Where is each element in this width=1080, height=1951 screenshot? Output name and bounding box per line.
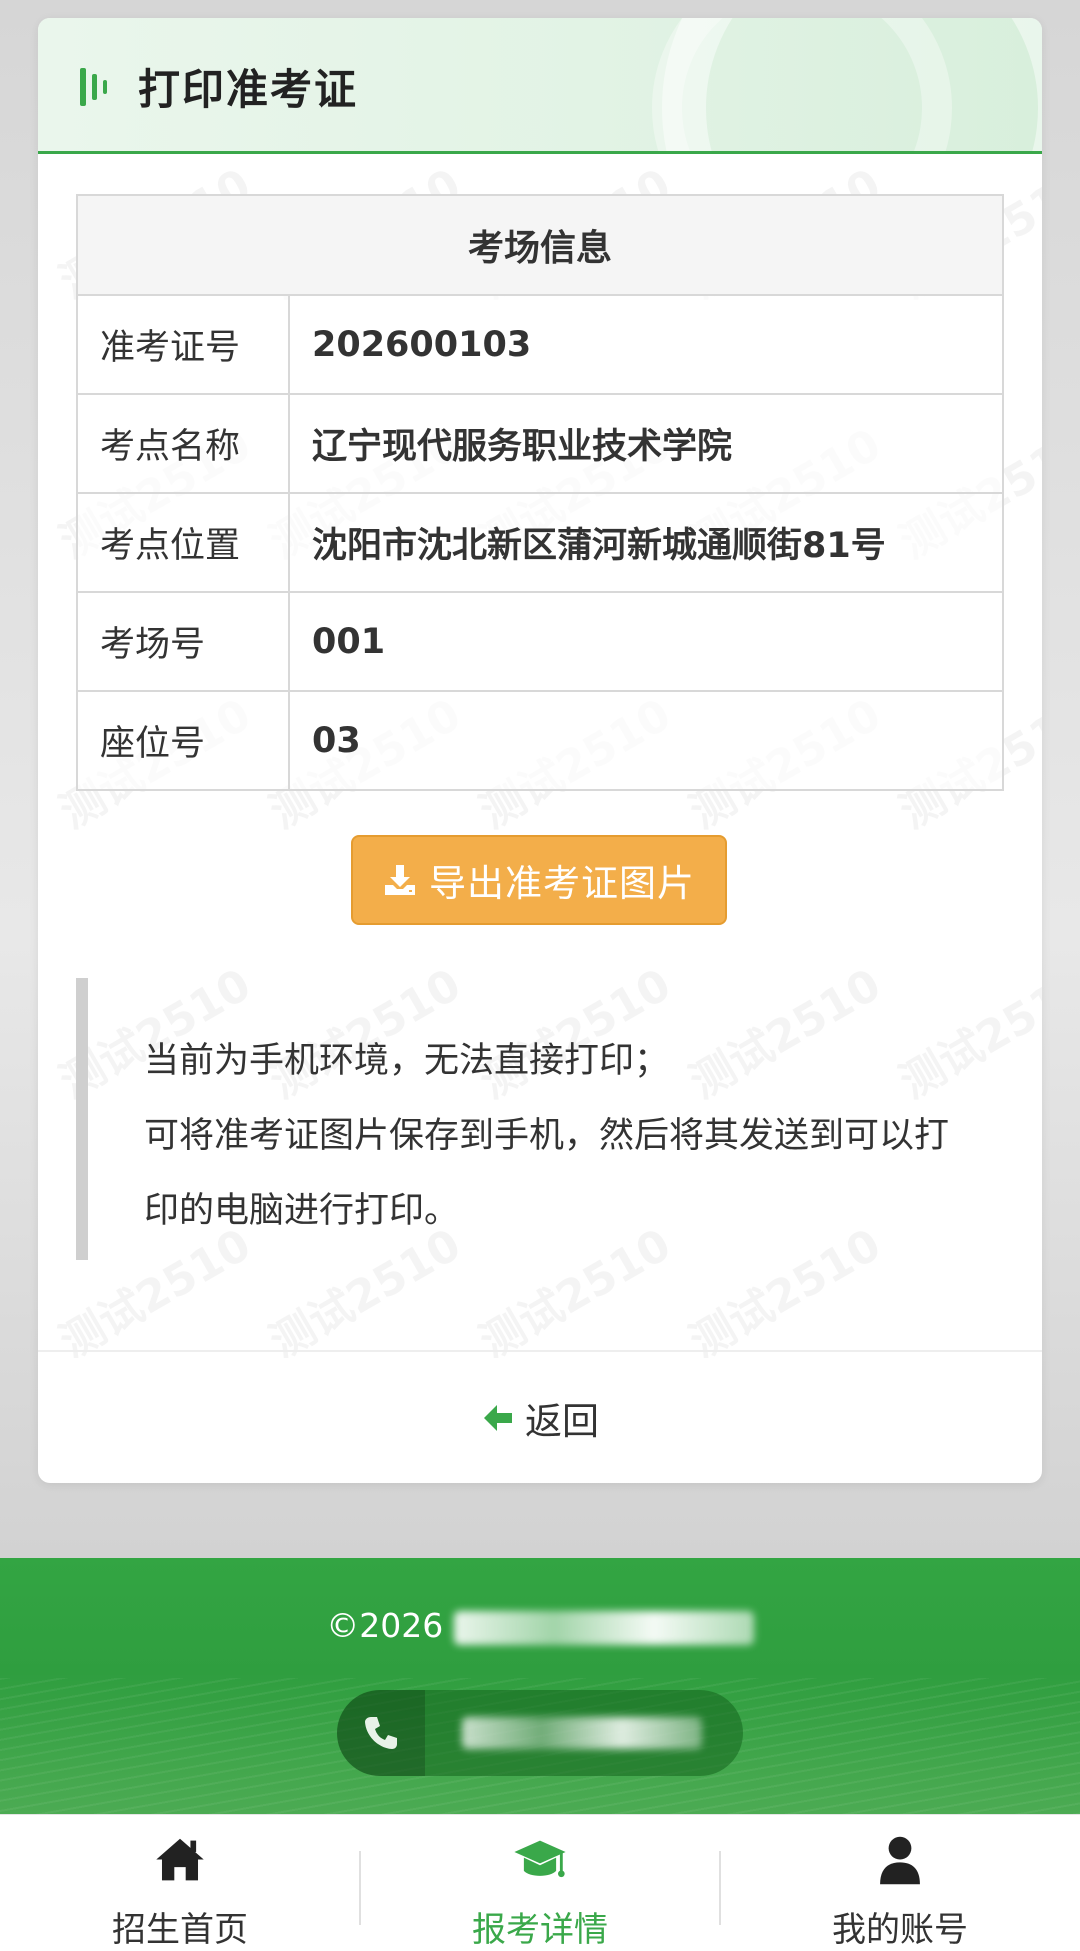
table-title: 考场信息 <box>76 194 1004 296</box>
nav-divider <box>719 1851 721 1925</box>
table-header-row: 考场信息 <box>76 194 1004 296</box>
row-value: 辽宁现代服务职业技术学院 <box>288 393 1004 494</box>
table-row: 考场号 001 <box>76 591 1004 692</box>
signal-bars-icon <box>80 68 110 106</box>
nav-item-exam-details[interactable]: 报考详情 <box>360 1815 720 1951</box>
graduation-cap-icon <box>514 1840 566 1878</box>
row-value: 03 <box>288 690 1004 791</box>
blurred-site-name <box>453 1610 754 1645</box>
bottom-nav: 招生首页 报考详情 我的账号 <box>0 1814 1080 1951</box>
home-icon <box>156 1838 204 1881</box>
row-label: 考点位置 <box>76 492 290 593</box>
download-icon <box>385 865 415 895</box>
nav-label: 报考详情 <box>472 1910 608 1950</box>
table-row: 准考证号 202600103 <box>76 294 1004 395</box>
row-label: 座位号 <box>76 690 290 791</box>
row-label: 准考证号 <box>76 294 290 395</box>
nav-divider <box>359 1851 361 1925</box>
nav-label: 我的账号 <box>832 1910 968 1950</box>
page-title: 打印准考证 <box>138 65 359 114</box>
blurred-phone-number <box>462 1717 702 1749</box>
table-row: 考点位置 沈阳市沈北新区蒲河新城通顺街81号 <box>76 492 1004 593</box>
exam-info-table: 考场信息 准考证号 202600103 考点名称 辽宁现代服务职业技术学院 考点… <box>76 194 1004 791</box>
arrow-left-icon <box>484 1404 512 1431</box>
contact-phone-pill[interactable] <box>337 1690 743 1776</box>
notice-line-1: 当前为手机环境，无法直接打印； <box>144 1041 670 1081</box>
nav-item-my-account[interactable]: 我的账号 <box>720 1815 1080 1951</box>
back-label: 返回 <box>525 1399 599 1443</box>
phone-icon <box>337 1690 425 1776</box>
nav-item-home[interactable]: 招生首页 <box>0 1815 360 1951</box>
header-decoration-inner <box>652 18 952 151</box>
site-footer: ©2026 <box>0 1558 1080 1814</box>
export-button-label: 导出准考证图片 <box>429 862 695 905</box>
user-icon <box>880 1836 920 1885</box>
table-row: 考点名称 辽宁现代服务职业技术学院 <box>76 393 1004 494</box>
table-row: 座位号 03 <box>76 690 1004 791</box>
notice-box: 当前为手机环境，无法直接打印； 可将准考证图片保存到手机，然后将其发送到可以打印… <box>76 978 1004 1260</box>
row-value: 001 <box>288 591 1004 692</box>
row-label: 考场号 <box>76 591 290 692</box>
row-value: 沈阳市沈北新区蒲河新城通顺街81号 <box>288 492 1004 593</box>
back-button[interactable]: 返回 <box>38 1350 1042 1483</box>
row-value: 202600103 <box>288 294 1004 395</box>
card-header: 打印准考证 <box>38 18 1042 154</box>
copyright-prefix: ©2026 <box>326 1606 444 1645</box>
admit-card-panel: 打印准考证 测试2510 测试2510 测试2510 测试2510 测试2510… <box>38 18 1042 1483</box>
export-admit-card-button[interactable]: 导出准考证图片 <box>351 835 727 925</box>
row-label: 考点名称 <box>76 393 290 494</box>
notice-line-2: 可将准考证图片保存到手机，然后将其发送到可以打印的电脑进行打印。 <box>144 1116 950 1231</box>
copyright-text: ©2026 <box>0 1606 1080 1645</box>
nav-label: 招生首页 <box>112 1910 248 1950</box>
